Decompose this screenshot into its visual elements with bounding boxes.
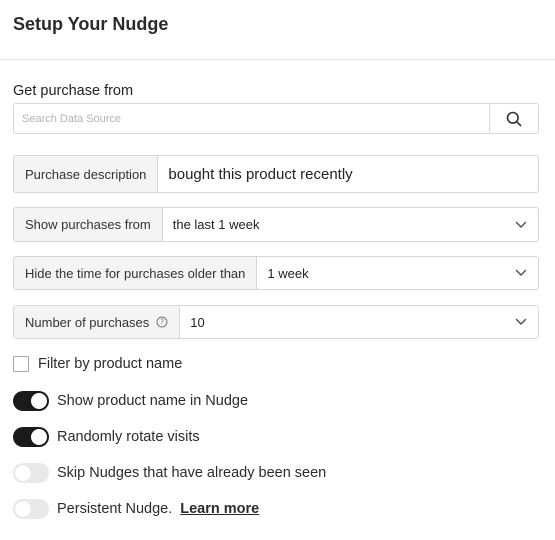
skip-seen-option: Skip Nudges that have already been seen <box>13 463 326 483</box>
toggle-knob <box>31 393 47 409</box>
header-divider <box>0 59 555 60</box>
show-product-name-label: Show product name in Nudge <box>57 393 249 409</box>
persistent-toggle[interactable] <box>13 499 49 519</box>
purchase-description-field: Purchase description bought this product… <box>13 155 539 193</box>
page-title: Setup Your Nudge <box>13 14 169 34</box>
show-purchases-from-label: Show purchases from <box>14 208 163 241</box>
filter-by-product-name-option: Filter by product name <box>13 356 182 372</box>
show-purchases-from-select[interactable]: the last 1 week <box>163 208 538 241</box>
search-button[interactable] <box>489 104 538 133</box>
toggle-knob <box>31 429 47 445</box>
randomly-rotate-option: Randomly rotate visits <box>13 427 200 447</box>
randomly-rotate-label: Randomly rotate visits <box>57 429 200 445</box>
skip-seen-label: Skip Nudges that have already been seen <box>57 465 327 481</box>
toggle-knob <box>15 465 31 481</box>
number-of-purchases-value: 10 <box>190 314 205 330</box>
filter-by-product-name-checkbox[interactable] <box>13 356 29 372</box>
chevron-down-icon <box>515 318 527 325</box>
show-product-name-toggle[interactable] <box>13 391 49 411</box>
hide-time-value: 1 week <box>267 265 309 281</box>
randomly-rotate-toggle[interactable] <box>13 427 49 447</box>
number-of-purchases-label-wrap: Number of purchases ? <box>14 306 181 338</box>
number-of-purchases-select[interactable]: 10 <box>180 306 538 338</box>
data-source-label: Get purchase from <box>13 83 134 99</box>
hide-time-label: Hide the time for purchases older than <box>14 257 258 289</box>
show-purchases-from-value: the last 1 week <box>172 217 260 232</box>
purchase-description-input[interactable]: bought this product recently <box>158 156 538 192</box>
chevron-down-icon <box>515 269 527 276</box>
info-icon[interactable]: ? <box>156 316 168 328</box>
search-icon <box>506 111 522 126</box>
hide-time-field: Hide the time for purchases older than 1… <box>13 256 539 290</box>
data-source-search <box>13 103 539 134</box>
persistent-label: Persistent Nudge. <box>57 501 173 517</box>
number-of-purchases-field: Number of purchases ? 10 <box>13 305 539 339</box>
purchase-description-label: Purchase description <box>14 156 159 192</box>
skip-seen-toggle[interactable] <box>13 463 49 483</box>
show-product-name-option: Show product name in Nudge <box>13 391 248 411</box>
svg-text:?: ? <box>160 318 164 327</box>
number-of-purchases-label: Number of purchases <box>25 314 150 330</box>
show-purchases-from-field: Show purchases from the last 1 week <box>13 207 539 242</box>
learn-more-link[interactable]: Learn more <box>180 501 259 517</box>
hide-time-select[interactable]: 1 week <box>257 257 538 289</box>
chevron-down-icon <box>515 221 527 228</box>
filter-by-product-name-label: Filter by product name <box>38 356 183 372</box>
data-source-search-input[interactable] <box>14 104 489 133</box>
persistent-option: Persistent Nudge. Learn more <box>13 499 259 519</box>
toggle-knob <box>15 501 31 517</box>
